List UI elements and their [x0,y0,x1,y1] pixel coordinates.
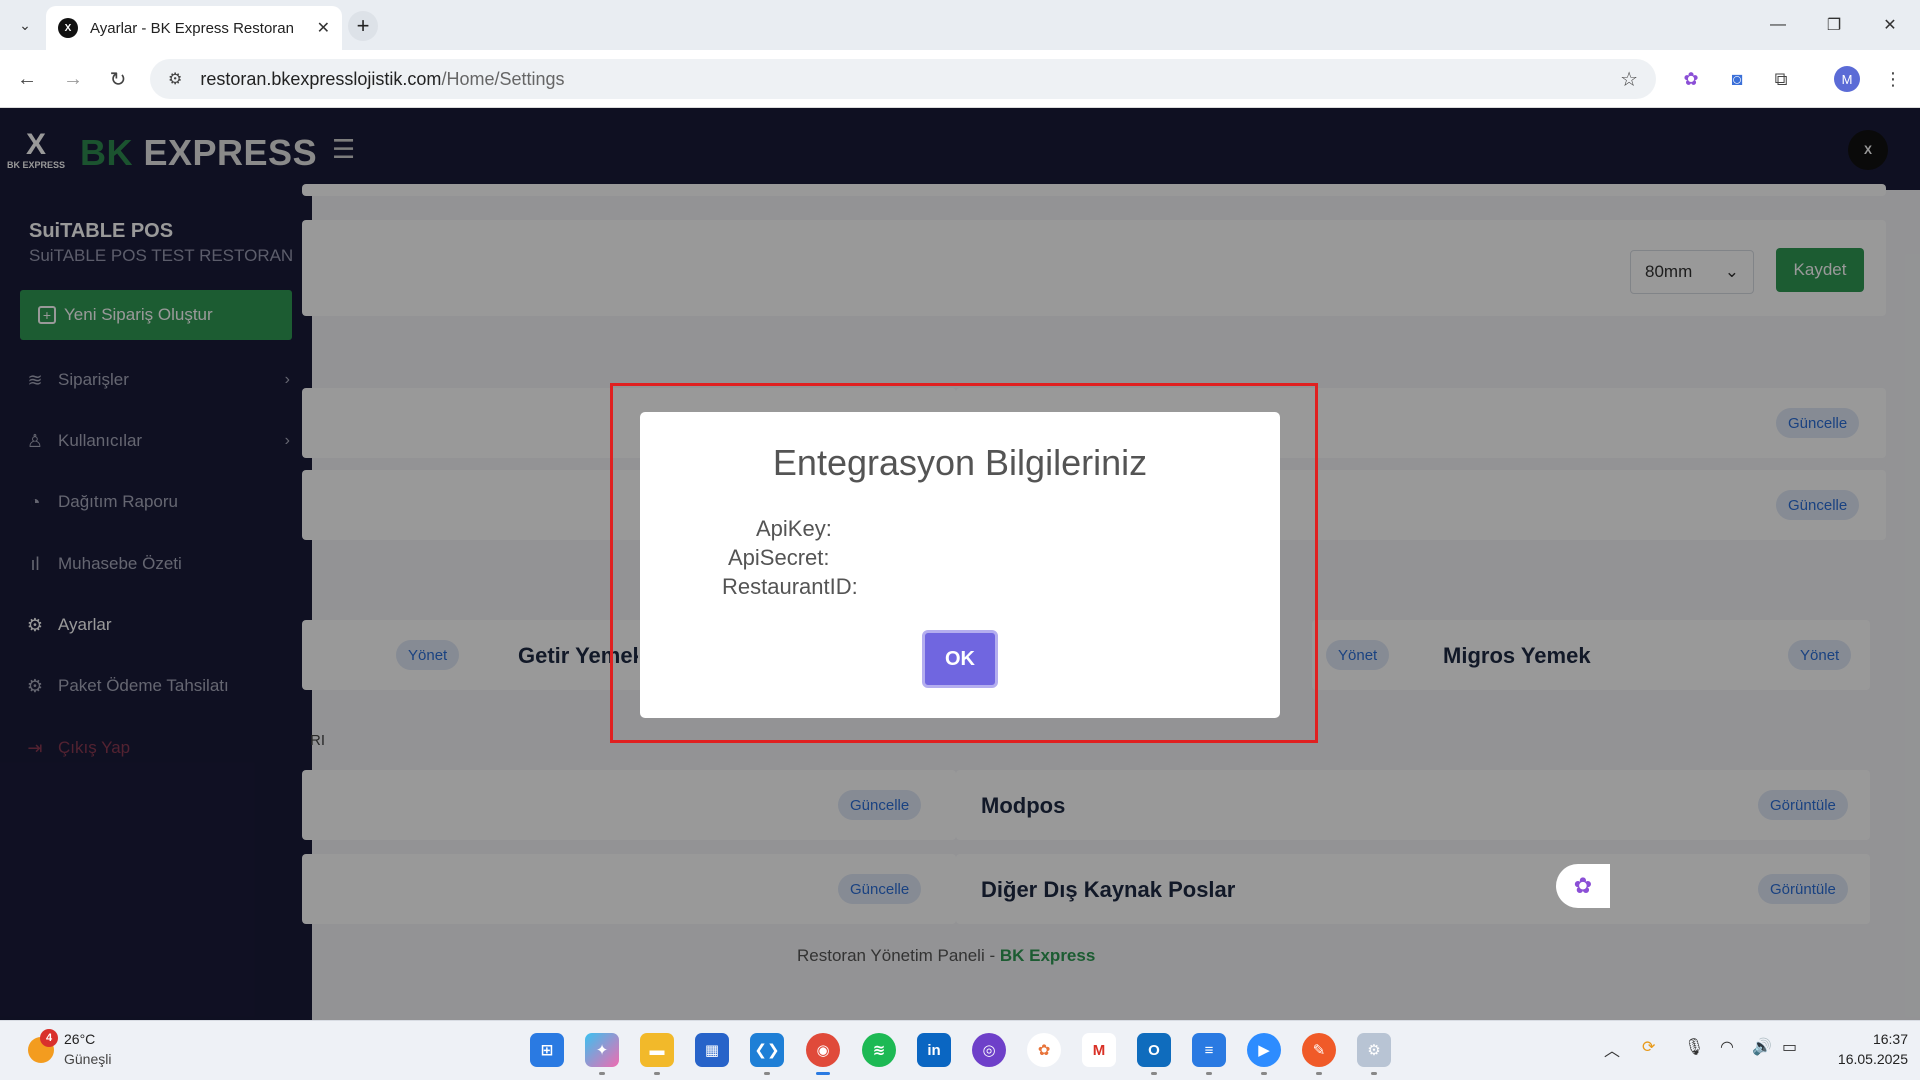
restore-icon[interactable]: ❐ [1814,10,1854,40]
back-icon[interactable]: ← [12,64,42,94]
gmail-icon[interactable]: M [1082,1033,1116,1067]
clock-date[interactable]: 16.05.2025 [1808,1051,1908,1067]
extensions-puzzle-icon[interactable]: ⧉ [1766,64,1796,94]
weather-condition[interactable]: Güneşli [64,1051,111,1067]
spotify-icon[interactable]: ≋ [862,1033,896,1067]
volume-icon[interactable]: 🔊 [1752,1037,1772,1057]
outlook-icon[interactable]: O [1137,1033,1171,1067]
photos-icon[interactable]: ✿ [1027,1033,1061,1067]
running-indicator [1371,1072,1377,1075]
new-tab-button[interactable]: + [348,11,378,41]
app-viewport: X BK EXPRESS BK EXPRESS ☰ X SuiTABLE POS… [0,108,1920,1020]
ok-button[interactable]: OK [922,630,998,688]
tab-title: Ayarlar - BK Express Restoran [90,19,294,37]
chrome-icon[interactable]: ◉ [806,1033,840,1067]
running-indicator [1316,1072,1322,1075]
clock-time[interactable]: 16:37 [1808,1031,1908,1047]
notepad-icon[interactable]: ≡ [1192,1033,1226,1067]
site-info-icon[interactable]: ⚙ [168,69,182,89]
microphone-icon[interactable]: 🎙 [1684,1037,1704,1057]
screen-capture-icon[interactable]: ◙ [1722,64,1752,94]
postman-icon[interactable]: ✎ [1302,1033,1336,1067]
vscode-icon[interactable]: ❮❯ [750,1033,784,1067]
reload-icon[interactable]: ↻ [103,64,133,94]
copilot-icon[interactable]: ✦ [585,1033,619,1067]
os-taskbar: 4 26°C Güneşli ⊞ ✦ ▬ ▦ ❮❯ ◉ ≋ in ◎ ✿ M O… [0,1020,1920,1080]
zoom-icon[interactable]: ▶ [1247,1033,1281,1067]
browser-tab-bar: ⌄ X Ayarlar - BK Express Restoran ✕ + — … [0,0,1920,50]
window-close-icon[interactable]: ✕ [1870,10,1910,40]
running-indicator [599,1072,605,1075]
running-indicator [1151,1072,1157,1075]
api-secret-label: ApiSecret: [728,545,830,570]
extension-brain-icon[interactable]: ✿ [1676,64,1706,94]
store-icon[interactable]: ▦ [695,1033,729,1067]
address-bar[interactable]: ⚙ restoran.bkexpresslojistik.com/Home/Se… [150,59,1656,99]
running-indicator [764,1072,770,1075]
profile-avatar[interactable]: M [1834,66,1860,92]
settings-gear-icon[interactable]: ⚙ [1357,1033,1391,1067]
running-indicator [1206,1072,1212,1075]
browser-tab[interactable]: X Ayarlar - BK Express Restoran ✕ [46,6,342,50]
modal-title: Entegrasyon Bilgileriniz [772,442,1148,483]
linkedin-icon[interactable]: in [917,1033,951,1067]
active-indicator [816,1072,830,1075]
notification-badge: 4 [40,1029,58,1047]
start-windows-icon[interactable]: ⊞ [530,1033,564,1067]
favicon-icon: X [58,18,78,38]
restaurant-id-label: RestaurantID: [722,574,858,599]
minimize-icon[interactable]: — [1758,10,1798,40]
running-indicator [1261,1072,1267,1075]
file-explorer-icon[interactable]: ▬ [640,1033,674,1067]
integration-info-modal: Entegrasyon Bilgileriniz ApiKey: ApiSecr… [640,412,1280,718]
sync-icon[interactable]: ⟳ [1642,1037,1655,1057]
github-icon[interactable]: ◎ [972,1033,1006,1067]
forward-icon[interactable]: → [58,64,88,94]
battery-icon[interactable]: ▭ [1782,1037,1797,1057]
url-text: restoran.bkexpresslojistik.com/Home/Sett… [200,68,565,89]
api-key-label: ApiKey: [756,516,832,541]
assistant-floating-icon[interactable]: ✿ [1556,864,1610,908]
bookmark-star-icon[interactable]: ☆ [1620,67,1638,92]
wifi-icon[interactable]: ◠ [1720,1037,1734,1057]
close-tab-icon[interactable]: ✕ [317,18,330,38]
tab-search-chevron-icon[interactable]: ⌄ [12,12,38,38]
browser-toolbar: ← → ↻ ⚙ restoran.bkexpresslojistik.com/H… [0,50,1920,108]
weather-temperature[interactable]: 26°C [64,1031,95,1047]
running-indicator [654,1072,660,1075]
chevron-up-icon[interactable]: ︿ [1604,1037,1620,1061]
menu-kebab-icon[interactable]: ⋮ [1878,64,1908,94]
